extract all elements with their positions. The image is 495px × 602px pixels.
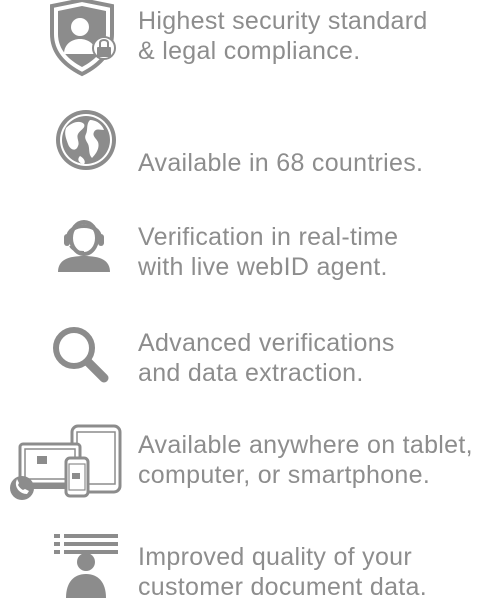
headset-agent-icon — [0, 210, 126, 296]
feature-agent: Verification in real-time with live webI… — [0, 210, 495, 296]
feature-security-line1: Highest security standard — [138, 7, 428, 35]
feature-document-text: Improved quality of your customer docume… — [138, 542, 427, 602]
feature-agent-text: Verification in real-time with live webI… — [138, 222, 398, 282]
feature-security-text: Highest security standard & legal compli… — [138, 6, 428, 66]
magnifier-icon — [0, 318, 126, 404]
globe-icon — [0, 100, 126, 186]
feature-security: Highest security standard & legal compli… — [0, 0, 495, 86]
shield-user-lock-icon — [0, 0, 126, 86]
feature-document: Improved quality of your customer docume… — [0, 512, 495, 601]
feature-verification-line1: Advanced verifications — [138, 329, 395, 357]
feature-devices: Available anywhere on tablet, computer, … — [0, 418, 495, 504]
feature-countries-line1: Available in 68 countries. — [138, 149, 424, 177]
feature-document-line1: Improved quality of your — [138, 543, 412, 571]
feature-devices-line2: computer, or smartphone. — [138, 461, 431, 489]
feature-devices-text: Available anywhere on tablet, computer, … — [138, 430, 473, 490]
feature-agent-line1: Verification in real-time — [138, 223, 399, 251]
document-user-icon — [0, 512, 126, 598]
feature-verification-text: Advanced verifications and data extracti… — [138, 328, 395, 388]
feature-security-line2: & legal compliance. — [138, 37, 361, 65]
feature-countries-text: Available in 68 countries. — [138, 148, 423, 178]
devices-icon — [0, 418, 126, 504]
feature-countries: Available in 68 countries. — [0, 100, 495, 186]
feature-verification: Advanced verifications and data extracti… — [0, 318, 495, 404]
feature-agent-line2: with live webID agent. — [138, 253, 388, 281]
feature-verification-line2: and data extraction. — [138, 359, 364, 387]
feature-devices-line1: Available anywhere on tablet, — [138, 431, 473, 459]
